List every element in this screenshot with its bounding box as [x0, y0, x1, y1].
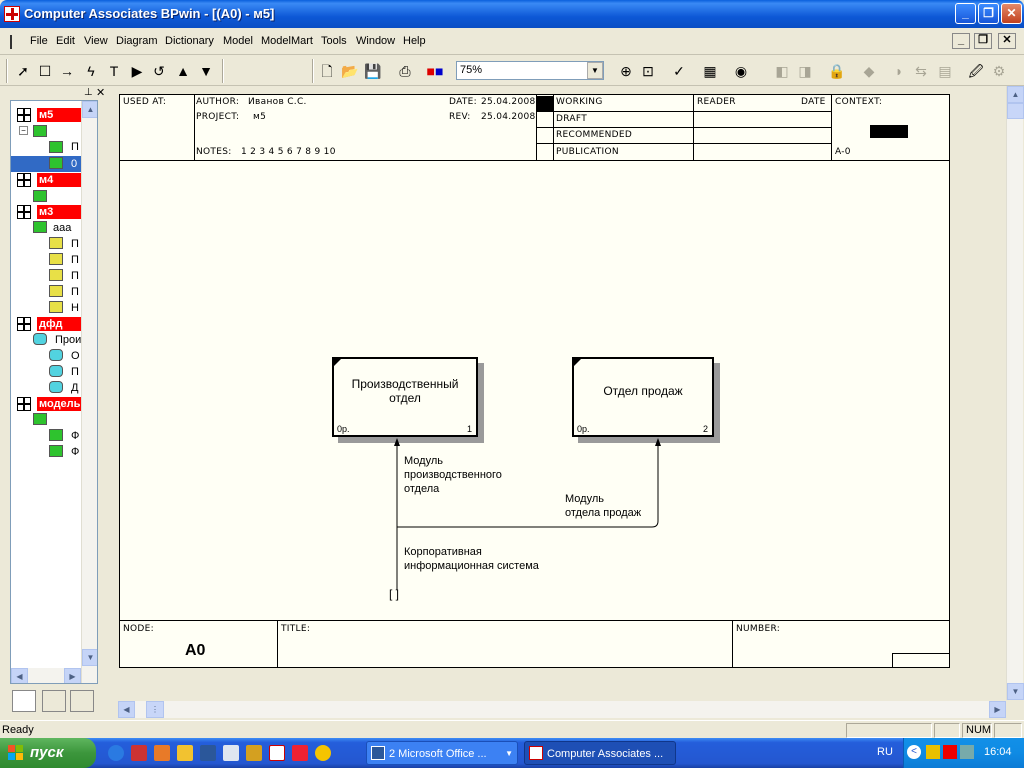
arrow-label-2[interactable]: Модуль отдела продаж: [565, 492, 641, 520]
status-bar: Ready NUM: [0, 720, 1024, 738]
canvas-vscrollbar[interactable]: ▲ ▼: [1006, 86, 1024, 700]
task-bpwin[interactable]: Computer Associates ...: [524, 741, 676, 765]
task-word[interactable]: 2 Microsoft Office ... ▼: [366, 741, 518, 765]
desktop-icon[interactable]: [223, 745, 239, 761]
erwin-icon[interactable]: [292, 745, 308, 761]
scroll-down-icon[interactable]: ▼: [1007, 683, 1024, 700]
bpwin-icon: [529, 746, 543, 760]
num-indicator: NUM: [962, 723, 992, 738]
status-cell: [994, 723, 1022, 738]
arrow-label-1[interactable]: Модуль производственного отдела: [404, 454, 502, 496]
media-icon[interactable]: [315, 745, 331, 761]
tray-app-icon[interactable]: [926, 745, 940, 759]
word-icon[interactable]: [200, 745, 216, 761]
app-icon[interactable]: [246, 745, 262, 761]
canvas-hscrollbar[interactable]: ◀ ⋮ ▶: [118, 701, 1006, 718]
scroll-thumb[interactable]: ⋮: [146, 701, 164, 718]
network-icon[interactable]: [960, 745, 974, 759]
word-icon: [371, 746, 385, 760]
scroll-thumb[interactable]: [1007, 103, 1024, 119]
chevron-left-icon[interactable]: <: [907, 745, 921, 759]
arrow-label-3[interactable]: Корпоративная информационная система: [404, 545, 539, 573]
scroll-left-icon[interactable]: ◀: [118, 701, 135, 718]
acrobat-icon[interactable]: [131, 745, 147, 761]
clock[interactable]: 16:04: [984, 746, 1012, 758]
language-indicator[interactable]: RU: [877, 746, 893, 758]
scroll-right-icon[interactable]: ▶: [989, 701, 1006, 718]
ie-icon[interactable]: [108, 745, 124, 761]
system-tray: < 16:04: [903, 738, 1024, 768]
arrow-head: [394, 438, 400, 446]
start-button[interactable]: пуск: [0, 738, 96, 768]
outlook-icon[interactable]: [154, 745, 170, 761]
scroll-up-icon[interactable]: ▲: [1007, 86, 1024, 103]
status-text: Ready: [2, 724, 34, 736]
windows-logo-icon: [8, 745, 24, 761]
status-cell: [846, 723, 932, 738]
arrow-head: [655, 438, 661, 446]
bpwin-icon[interactable]: [269, 745, 285, 761]
arrows-layer: [394, 438, 661, 590]
kaspersky-icon[interactable]: [943, 745, 957, 759]
taskbar: пуск 2 Microsoft Office ... ▼ Computer A…: [0, 738, 1024, 768]
tasks-icon[interactable]: [177, 745, 193, 761]
tunnel-icon: [ ]: [389, 587, 400, 601]
status-cell: [934, 723, 960, 738]
